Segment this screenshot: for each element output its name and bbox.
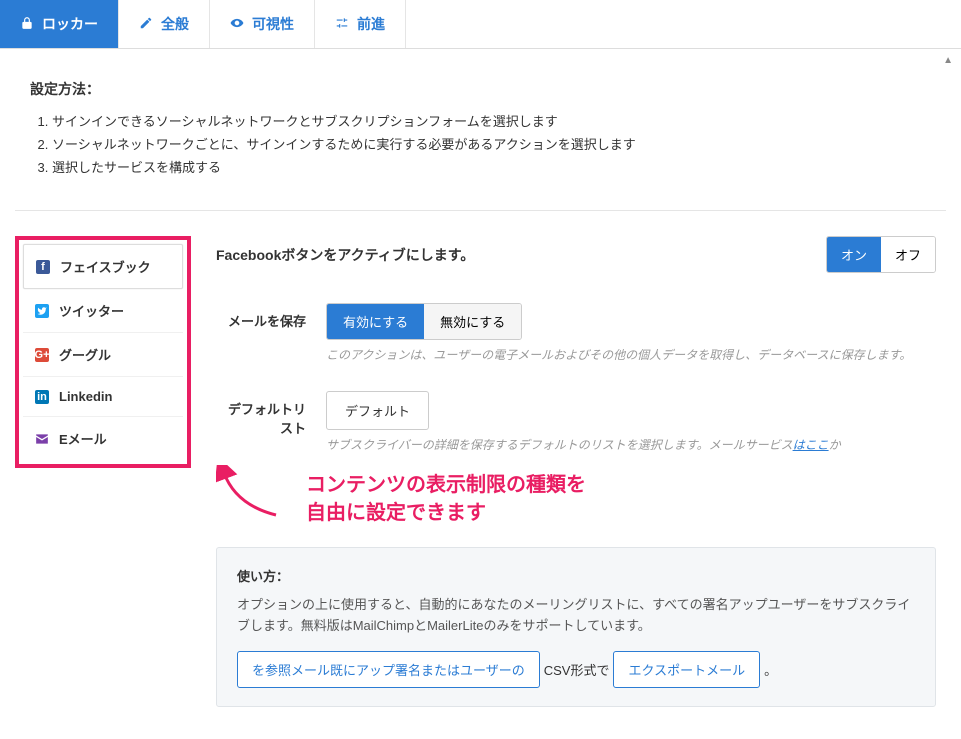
setup-step: 選択したサービスを構成する	[52, 157, 931, 176]
eye-icon	[230, 16, 244, 33]
tab-advanced[interactable]: 前進	[315, 0, 406, 48]
enable-button[interactable]: 有効にする	[327, 304, 424, 339]
settings-content: Facebookボタンをアクティブにします。 オン オフ メールを保存 有効にす…	[206, 236, 946, 707]
main-tabs: ロッカー 全般 可視性 前進	[0, 0, 961, 49]
save-email-label: メールを保存	[216, 303, 326, 330]
toggle-on-button[interactable]: オン	[827, 237, 881, 272]
tab-label: 全般	[161, 14, 189, 34]
mail-service-link[interactable]: はここ	[793, 438, 829, 452]
default-list-label: デフォルトリスト	[216, 391, 326, 437]
usage-box: 使い方： オプションの上に使用すると、自動的にあなたのメーリングリストに、すべて…	[216, 547, 936, 707]
save-email-toggle: 有効にする 無効にする	[326, 303, 522, 340]
setup-section: 設定方法： サインインできるソーシャルネットワークとサブスクリプションフォームを…	[0, 49, 961, 190]
sidebar-item-google[interactable]: G+ グーグル	[23, 333, 183, 377]
default-list-row: デフォルトリスト デフォルト サブスクライバーの詳細を保存するデフォルトのリスト…	[216, 391, 936, 453]
export-csv-link[interactable]: エクスポートメール	[613, 651, 760, 688]
sidebar-item-twitter[interactable]: ツイッター	[23, 289, 183, 333]
google-plus-icon: G+	[35, 348, 49, 362]
usage-body: オプションの上に使用すると、自動的にあなたのメーリングリストに、すべての署名アッ…	[237, 595, 915, 637]
envelope-icon	[35, 432, 49, 446]
sidebar-item-email[interactable]: Eメール	[23, 417, 183, 460]
annotation-line: コンテンツの表示制限の種類を	[306, 474, 586, 496]
collapse-icon[interactable]: ▲	[943, 55, 953, 66]
sidebar-item-label: Eメール	[59, 429, 107, 448]
activate-label: Facebookボタンをアクティブにします。	[216, 245, 474, 265]
activate-row: Facebookボタンをアクティブにします。 オン オフ	[216, 236, 936, 273]
sidebar-item-facebook[interactable]: f フェイスブック	[23, 244, 183, 289]
annotation-highlight-box: f フェイスブック ツイッター G+ グーグル in Linkedin	[15, 236, 191, 468]
usage-mid-text: CSV形式で	[544, 660, 610, 679]
sidebar-item-label: ツイッター	[59, 301, 124, 320]
usage-heading: 使い方：	[237, 566, 915, 585]
tab-locker[interactable]: ロッカー	[0, 0, 119, 48]
default-list-help: サブスクライバーの詳細を保存するデフォルトのリストを選択します。メールサービスは…	[326, 436, 936, 453]
facebook-icon: f	[36, 260, 50, 274]
sidebar-item-linkedin[interactable]: in Linkedin	[23, 377, 183, 417]
view-signups-link[interactable]: を参照メール既にアップ署名またはユーザーの	[237, 651, 540, 688]
social-nav: f フェイスブック ツイッター G+ グーグル in Linkedin	[23, 244, 183, 460]
save-email-row: メールを保存 有効にする 無効にする このアクションは、ユーザーの電子メールおよ…	[216, 303, 936, 363]
disable-button[interactable]: 無効にする	[424, 304, 521, 339]
tab-label: ロッカー	[42, 14, 98, 34]
setup-step: サインインできるソーシャルネットワークとサブスクリプションフォームを選択します	[52, 111, 931, 130]
tab-label: 可視性	[252, 14, 294, 34]
tab-visibility[interactable]: 可視性	[210, 0, 315, 48]
setup-steps: サインインできるソーシャルネットワークとサブスクリプションフォームを選択します …	[30, 111, 931, 176]
setup-step: ソーシャルネットワークごとに、サインインするために実行する必要があるアクションを…	[52, 134, 931, 153]
linkedin-icon: in	[35, 390, 49, 404]
save-email-help: このアクションは、ユーザーの電子メールおよびその他の個人データを取得し、データベ…	[326, 346, 936, 363]
usage-period: 。	[764, 660, 777, 679]
annotation-callout: コンテンツの表示制限の種類を 自由に設定できます	[266, 471, 936, 527]
tab-label: 前進	[357, 14, 385, 34]
sidebar-item-label: グーグル	[59, 345, 111, 364]
setup-heading: 設定方法：	[30, 79, 931, 99]
pencil-icon	[139, 16, 153, 33]
annotation-arrow-icon	[216, 465, 296, 525]
default-list-dropdown[interactable]: デフォルト	[326, 391, 429, 430]
twitter-icon	[35, 304, 49, 318]
tab-general[interactable]: 全般	[119, 0, 210, 48]
sidebar-item-label: Linkedin	[59, 389, 112, 404]
sliders-icon	[335, 16, 349, 33]
annotation-line: 自由に設定できます	[306, 502, 486, 524]
activate-toggle: オン オフ	[826, 236, 936, 273]
toggle-off-button[interactable]: オフ	[881, 237, 935, 272]
lock-icon	[20, 16, 34, 33]
sidebar-item-label: フェイスブック	[60, 257, 151, 276]
